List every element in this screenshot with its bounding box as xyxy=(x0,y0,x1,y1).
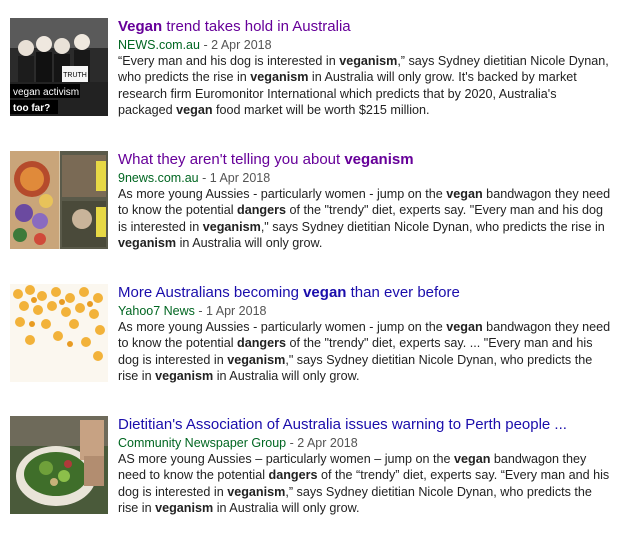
result-title-link[interactable]: Dietitian's Association of Australia iss… xyxy=(118,416,613,434)
result-title-link[interactable]: More Australians becoming vegan than eve… xyxy=(118,284,613,302)
result-date: 1 Apr 2018 xyxy=(206,304,267,318)
split-peas-image xyxy=(10,284,108,382)
result-source: 9news.com.au xyxy=(118,171,199,185)
result-source: Yahoo7 News xyxy=(118,304,195,318)
result-title-link[interactable]: What they aren't telling you about vegan… xyxy=(118,151,613,169)
result-thumbnail[interactable] xyxy=(10,284,108,382)
meta-separator: - xyxy=(194,304,207,318)
result-meta: Community Newspaper Group - 2 Apr 2018 xyxy=(118,435,613,451)
highlighted-term: veganism xyxy=(202,219,261,234)
highlighted-term: veganism xyxy=(250,70,309,85)
highlighted-term: veganism xyxy=(339,54,398,68)
highlighted-term: veganism xyxy=(344,151,414,168)
highlighted-term: veganism xyxy=(118,236,177,251)
result-text: Dietitian's Association of Australia iss… xyxy=(118,416,613,517)
thumbnail-caption-line-1: vegan activism xyxy=(13,87,79,98)
sign-text: TRUTH xyxy=(63,72,87,79)
text-run: AS more young Aussies – particularly wom… xyxy=(118,452,455,466)
protest-image: TRUTH vegan activism too far? xyxy=(10,18,108,116)
search-result: TRUTH vegan activism too far? Vegan tren… xyxy=(10,18,615,130)
highlighted-term: dangers xyxy=(237,336,287,351)
meta-separator: - xyxy=(198,171,210,185)
highlighted-term: vegan xyxy=(303,284,347,301)
result-title-link[interactable]: Vegan trend takes hold in Australia xyxy=(118,18,613,36)
text-run: food market will be worth $215 million. xyxy=(212,103,430,118)
result-snippet: As more young Aussies - particularly wom… xyxy=(118,186,613,252)
text-run: As more young Aussies - particularly wom… xyxy=(118,320,447,334)
text-run: in Australia will only grow. xyxy=(176,236,323,251)
result-meta: 9news.com.au - 1 Apr 2018 xyxy=(118,170,613,186)
highlighted-term: vegan xyxy=(454,452,491,466)
highlighted-term: dangers xyxy=(237,203,287,218)
highlighted-term: vegan xyxy=(176,103,213,118)
highlighted-term: veganism xyxy=(155,501,214,516)
search-result: Dietitian's Association of Australia iss… xyxy=(10,416,615,528)
meta-separator: - xyxy=(286,436,298,450)
result-source: NEWS.com.au xyxy=(118,38,200,52)
result-date: 1 Apr 2018 xyxy=(209,171,271,185)
result-thumbnail[interactable]: TRUTH vegan activism too far? xyxy=(10,18,108,116)
highlighted-term: veganism xyxy=(227,352,286,367)
result-text: Vegan trend takes hold in Australia NEWS… xyxy=(118,18,613,119)
text-run: in Australia will only grow. xyxy=(213,501,360,516)
search-result: What they aren't telling you about vegan… xyxy=(10,151,615,263)
text-run: Dietitian's Association of Australia iss… xyxy=(118,416,567,433)
text-run: than ever before xyxy=(346,284,460,301)
result-thumbnail[interactable] xyxy=(10,151,108,249)
result-snippet: AS more young Aussies – particularly wom… xyxy=(118,451,613,517)
highlighted-term: veganism xyxy=(227,484,286,499)
text-run: What they aren't telling you about xyxy=(118,151,345,168)
food-collage-image xyxy=(10,151,108,249)
result-text: More Australians becoming vegan than eve… xyxy=(118,284,613,385)
highlighted-term: vegan xyxy=(446,320,483,334)
result-thumbnail[interactable] xyxy=(10,416,108,514)
text-run: As more young Aussies - particularly wom… xyxy=(118,187,447,201)
text-run: in Australia will only grow. xyxy=(213,369,360,384)
result-date: 2 Apr 2018 xyxy=(297,436,358,450)
highlighted-term: veganism xyxy=(155,369,214,384)
result-snippet: “Every man and his dog is interested in … xyxy=(118,53,613,119)
meta-separator: - xyxy=(199,38,212,52)
text-run: “Every man and his dog is interested in xyxy=(118,54,340,68)
text-run: More Australians becoming xyxy=(118,284,304,301)
thumbnail-caption-line-2: too far? xyxy=(13,103,50,114)
text-run: trend takes hold in Australia xyxy=(162,18,351,35)
highlighted-term: vegan xyxy=(446,187,483,201)
salad-bowl-image xyxy=(10,416,108,514)
highlighted-term: dangers xyxy=(268,468,318,483)
text-run: ," says Sydney dietitian Nicole Dynan, w… xyxy=(260,219,605,234)
result-source: Community Newspaper Group xyxy=(118,436,287,450)
result-meta: NEWS.com.au - 2 Apr 2018 xyxy=(118,37,613,53)
highlighted-term: Vegan xyxy=(118,18,163,35)
search-result: More Australians becoming vegan than eve… xyxy=(10,284,615,396)
result-snippet: As more young Aussies - particularly wom… xyxy=(118,319,613,385)
result-meta: Yahoo7 News - 1 Apr 2018 xyxy=(118,303,613,319)
result-text: What they aren't telling you about vegan… xyxy=(118,151,613,252)
result-date: 2 Apr 2018 xyxy=(211,38,272,52)
